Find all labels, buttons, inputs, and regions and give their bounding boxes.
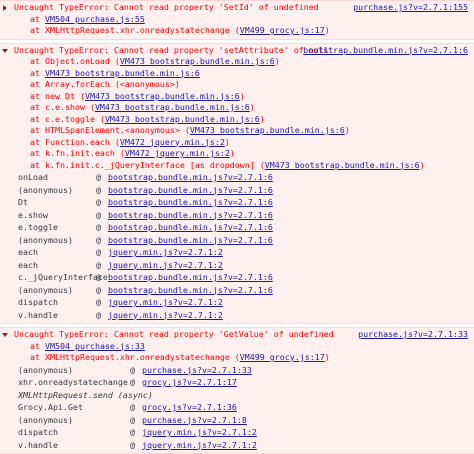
- async-trace: onLoad @ bootstrap.bundle.min.js?v=2.7.1:…: [0, 171, 470, 321]
- stack-link[interactable]: VM472 jquery.min.js:2: [125, 148, 230, 158]
- stack-line: at c.e.show (VM473 bootstrap.bundle.min.…: [30, 102, 255, 112]
- stack-line: at XMLHttpRequest.xhr.onreadystatechange…: [30, 352, 330, 362]
- trace-row: (anonymous) @ bootstrap.bundle.min.js?v=2…: [18, 284, 273, 297]
- console-error-message[interactable]: Uncaught TypeError: Cannot read property…: [0, 0, 474, 40]
- trace-link[interactable]: jquery.min.js?v=2.7.1:2: [108, 259, 223, 272]
- trace-row: c._jQueryInterface @ bootstrap.bundle.min…: [18, 271, 273, 284]
- stack-link[interactable]: VM499 grocy.js:17: [240, 352, 325, 362]
- stack-link[interactable]: VM473 bootstrap.bundle.min.js:6: [105, 114, 260, 124]
- trace-row: each @ jquery.min.js?v=2.7.1:2: [18, 246, 223, 259]
- trace-row: dispatch @ jquery.min.js?v=2.7.1:2: [18, 426, 257, 439]
- stack-line: at VM504 purchase.js:33: [30, 340, 145, 351]
- trace-link[interactable]: jquery.min.js?v=2.7.1:2: [108, 296, 223, 309]
- trace-row: e.show @ bootstrap.bundle.min.js?v=2.7.1:…: [18, 209, 273, 222]
- trace-link[interactable]: jquery.min.js?v=2.7.1:2: [142, 439, 257, 452]
- collapse-triangle-icon[interactable]: [2, 48, 8, 53]
- stack-line: at VM473 bootstrap.bundle.min.js:6: [30, 67, 200, 78]
- stack-line: at Object.onLoad (VM473 bootstrap.bundle…: [30, 56, 280, 66]
- trace-link[interactable]: grocy.js?v=2.7.1:17: [142, 376, 237, 389]
- stack-line: at VM504 purchase.js:55: [30, 13, 145, 24]
- trace-row: (anonymous) @ purchase.js?v=2.7.1:33: [18, 364, 252, 377]
- collapse-triangle-icon[interactable]: [2, 333, 8, 337]
- stack-link[interactable]: VM473 bootstrap.bundle.min.js:6: [85, 91, 240, 101]
- stack-line: at Function.each (VM472 jquery.min.js:2): [30, 136, 230, 147]
- stack-line: at k.fn.init.c._jQueryInterface [as drop…: [30, 159, 425, 170]
- trace-link[interactable]: bootstrap.bundle.min.js?v=2.7.1:6: [108, 271, 273, 284]
- stack-line: at Array.forEach (<anonymous>): [30, 79, 180, 89]
- stack-link[interactable]: VM473 bootstrap.bundle.min.js:6: [95, 102, 250, 112]
- trace-row: v.handle @ jquery.min.js?v=2.7.1:2: [18, 439, 257, 452]
- trace-row: xhr.onreadystatechange @ grocy.js?v=2.7.1…: [18, 376, 237, 389]
- error-source-link[interactable]: purchase.js?v=2.7.1:33: [358, 329, 468, 341]
- trace-row: Grocy.Api.Get @ grocy.js?v=2.7.1:36: [18, 401, 237, 414]
- stack-line: at XMLHttpRequest.xhr.onreadystatechange…: [30, 25, 330, 35]
- console-error-message[interactable]: Uncaught TypeError: Cannot read property…: [0, 42, 474, 324]
- error-source-link[interactable]: bootstrap.bundle.min.js?v=2.7.1:6: [303, 45, 468, 57]
- trace-row-async: XMLHttpRequest.send (async): [18, 389, 153, 400]
- trace-link[interactable]: jquery.min.js?v=2.7.1:2: [108, 246, 223, 259]
- trace-link[interactable]: bootstrap.bundle.min.js?v=2.7.1:6: [108, 196, 273, 209]
- console-error-message[interactable]: Uncaught TypeError: Cannot read property…: [0, 327, 474, 454]
- stack-link[interactable]: VM499 grocy.js:17: [240, 25, 325, 35]
- stack-link[interactable]: VM504 purchase.js:33: [45, 341, 145, 351]
- stack-link[interactable]: VM473 bootstrap.bundle.min.js:6: [190, 125, 345, 135]
- trace-link[interactable]: grocy.js?v=2.7.1:36: [142, 401, 237, 414]
- trace-row: (anonymous) @ bootstrap.bundle.min.js?v=2…: [18, 184, 273, 197]
- trace-link[interactable]: purchase.js?v=2.7.1:8: [142, 414, 247, 427]
- trace-link[interactable]: bootstrap.bundle.min.js?v=2.7.1:6: [108, 171, 273, 184]
- trace-link[interactable]: bootstrap.bundle.min.js?v=2.7.1:6: [108, 284, 273, 297]
- stack-link[interactable]: VM473 bootstrap.bundle.min.js:6: [120, 56, 275, 66]
- trace-link[interactable]: jquery.min.js?v=2.7.1:2: [108, 309, 223, 322]
- stack-line: at HTMLSpanElement.<anonymous> (VM473 bo…: [30, 125, 350, 135]
- trace-row: dispatch @ jquery.min.js?v=2.7.1:2: [18, 296, 223, 309]
- trace-row: (anonymous) @ purchase.js?v=2.7.1:8: [18, 414, 247, 427]
- devtools-console: Uncaught TypeError: Cannot read property…: [0, 0, 474, 454]
- stack-link[interactable]: VM473 bootstrap.bundle.min.js:6: [265, 160, 420, 170]
- stack-link[interactable]: VM504 purchase.js:55: [45, 14, 145, 24]
- trace-row: each @ jquery.min.js?v=2.7.1:2: [18, 259, 223, 272]
- trace-link[interactable]: jquery.min.js?v=2.7.1:2: [142, 426, 257, 439]
- trace-link[interactable]: bootstrap.bundle.min.js?v=2.7.1:6: [108, 184, 273, 197]
- error-source-link[interactable]: purchase.js?v=2.7.1:155: [353, 2, 468, 14]
- async-trace: (anonymous) @ purchase.js?v=2.7.1:33 xhr.…: [0, 364, 470, 452]
- trace-row: e.toggle @ bootstrap.bundle.min.js?v=2.7.…: [18, 221, 273, 234]
- trace-row: v.handle @ jquery.min.js?v=2.7.1:2: [18, 309, 223, 322]
- trace-link[interactable]: bootstrap.bundle.min.js?v=2.7.1:6: [108, 209, 273, 222]
- stack-line: at new Dt (VM473 bootstrap.bundle.min.js…: [30, 90, 245, 101]
- trace-link[interactable]: bootstrap.bundle.min.js?v=2.7.1:6: [108, 221, 273, 234]
- expand-triangle-icon[interactable]: [3, 5, 7, 11]
- trace-row: Dt @ bootstrap.bundle.min.js?v=2.7.1:6: [18, 196, 273, 209]
- trace-row: (anonymous) @ bootstrap.bundle.min.js?v=2…: [18, 234, 273, 247]
- stack-link[interactable]: VM473 bootstrap.bundle.min.js:6: [45, 68, 200, 78]
- stack-line: at k.fn.init.each (VM472 jquery.min.js:2…: [30, 148, 235, 158]
- trace-link[interactable]: bootstrap.bundle.min.js?v=2.7.1:6: [108, 234, 273, 247]
- trace-link[interactable]: purchase.js?v=2.7.1:33: [142, 364, 252, 377]
- stack-link[interactable]: VM472 jquery.min.js:2: [120, 137, 225, 147]
- stack-line: at c.e.toggle (VM473 bootstrap.bundle.mi…: [30, 113, 265, 124]
- trace-row: onLoad @ bootstrap.bundle.min.js?v=2.7.1:…: [18, 171, 273, 184]
